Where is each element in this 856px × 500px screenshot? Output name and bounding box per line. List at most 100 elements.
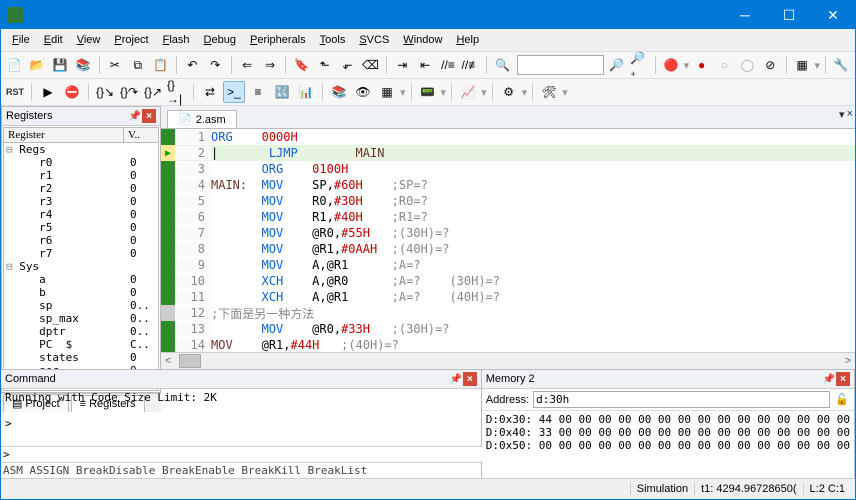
- redo-button[interactable]: ↷: [205, 54, 226, 76]
- reg-sp[interactable]: sp0..: [4, 299, 158, 312]
- outdent-button[interactable]: ⇤: [415, 54, 436, 76]
- menu-file[interactable]: File: [5, 32, 37, 48]
- code-line[interactable]: 7 MOV @R0,#55H ;(30H)=?: [161, 225, 855, 241]
- close-pane-button[interactable]: ×: [836, 372, 850, 386]
- run-to-cursor-button[interactable]: {}→|: [166, 81, 188, 103]
- find-button[interactable]: 🔎: [606, 54, 627, 76]
- watch-button[interactable]: 👁: [352, 81, 374, 103]
- lock-icon[interactable]: 🔓: [834, 392, 850, 408]
- pin-icon[interactable]: 📌: [822, 372, 836, 386]
- reg-r5[interactable]: r50: [4, 221, 158, 234]
- menu-view[interactable]: View: [70, 32, 108, 48]
- menu-edit[interactable]: Edit: [37, 32, 70, 48]
- bp-disable-button[interactable]: ○: [714, 54, 735, 76]
- breakpoint-button[interactable]: ●: [691, 54, 712, 76]
- memory-row[interactable]: D:0x50: 00 00 00 00 00 00 00 00 00 00 00…: [486, 439, 850, 452]
- memory-button[interactable]: ▦: [376, 81, 398, 103]
- reg-r6[interactable]: r60: [4, 234, 158, 247]
- paste-button[interactable]: 📋: [150, 54, 171, 76]
- code-line[interactable]: 1ORG 0000H: [161, 129, 855, 145]
- step-out-button[interactable]: {}↗: [142, 81, 164, 103]
- indent-button[interactable]: ⇥: [392, 54, 413, 76]
- bookmark-clear-button[interactable]: ⌫: [360, 54, 381, 76]
- code-line[interactable]: 10 XCH A,@R0 ;A=? (30H)=?: [161, 273, 855, 289]
- step-over-button[interactable]: {}↷: [118, 81, 140, 103]
- copy-button[interactable]: ⧉: [127, 54, 148, 76]
- tab-close-button[interactable]: ×: [847, 108, 853, 121]
- menu-tools[interactable]: Tools: [313, 32, 353, 48]
- code-line[interactable]: 9 MOV A,@R1 ;A=?: [161, 257, 855, 273]
- editor-tab[interactable]: 📄 2.asm: [167, 110, 237, 128]
- menu-project[interactable]: Project: [107, 32, 155, 48]
- bookmark-next-button[interactable]: ⬐: [337, 54, 358, 76]
- memory-row[interactable]: D:0x40: 33 00 00 00 00 00 00 00 00 00 00…: [486, 426, 850, 439]
- show-disasm-button[interactable]: ⇄: [199, 81, 221, 103]
- code-editor[interactable]: 1ORG 0000H▶2| LJMP MAIN3 ORG 0100H4MAIN:…: [161, 129, 855, 352]
- col-register[interactable]: Register: [4, 128, 124, 142]
- analyzer-button[interactable]: 📈: [457, 81, 479, 103]
- code-line[interactable]: 6 MOV R1,#40H ;R1=?: [161, 209, 855, 225]
- toolbox-button[interactable]: 🛠: [538, 81, 560, 103]
- cmd-window-button[interactable]: >_: [223, 81, 245, 103]
- maximize-button[interactable]: ☐: [767, 1, 811, 29]
- find-combo[interactable]: [517, 55, 604, 75]
- menu-window[interactable]: Window: [396, 32, 449, 48]
- code-line[interactable]: 12;下面是另一种方法: [161, 305, 855, 321]
- bookmark-prev-button[interactable]: ⬑: [314, 54, 335, 76]
- nav-fwd-button[interactable]: ⇒: [260, 54, 281, 76]
- code-line[interactable]: 8 MOV @R1,#0AAH ;(40H)=?: [161, 241, 855, 257]
- reg-r3[interactable]: r30: [4, 195, 158, 208]
- trace-button[interactable]: ⚙: [498, 81, 520, 103]
- memory-row[interactable]: D:0x30: 44 00 00 00 00 00 00 00 00 00 00…: [486, 413, 850, 426]
- open-button[interactable]: 📂: [27, 54, 48, 76]
- code-line[interactable]: 3 ORG 0100H: [161, 161, 855, 177]
- command-input[interactable]: [1, 447, 485, 462]
- bp-list-button[interactable]: ⊘: [760, 54, 781, 76]
- config-button[interactable]: 🔧: [831, 54, 852, 76]
- reg-PC[interactable]: PC $C..: [4, 338, 158, 351]
- code-line[interactable]: 14MOV @R1,#44H ;(40H)=?: [161, 337, 855, 352]
- uncomment-button[interactable]: //≢: [460, 54, 481, 76]
- scroll-thumb[interactable]: [179, 354, 201, 368]
- close-pane-button[interactable]: ×: [142, 109, 156, 123]
- undo-button[interactable]: ↶: [182, 54, 203, 76]
- reg-group-sys[interactable]: ⊟ Sys: [4, 260, 158, 273]
- cut-button[interactable]: ✂: [104, 54, 125, 76]
- close-button[interactable]: ✕: [811, 1, 855, 29]
- address-input[interactable]: [533, 391, 830, 408]
- code-line[interactable]: 4MAIN: MOV SP,#60H ;SP=?: [161, 177, 855, 193]
- debug-button[interactable]: 🔴: [661, 54, 682, 76]
- bookmark-button[interactable]: 🔖: [291, 54, 312, 76]
- minimize-button[interactable]: ─: [723, 1, 767, 29]
- save-button[interactable]: 💾: [50, 54, 71, 76]
- reg-r7[interactable]: r70: [4, 247, 158, 260]
- find-files-button[interactable]: 🔍: [492, 54, 513, 76]
- bp-kill-button[interactable]: ◯: [737, 54, 758, 76]
- menu-help[interactable]: Help: [449, 32, 486, 48]
- menu-debug[interactable]: Debug: [197, 32, 243, 48]
- reg-b[interactable]: b0: [4, 286, 158, 299]
- code-line[interactable]: 5 MOV R0,#30H ;R0=?: [161, 193, 855, 209]
- pin-icon[interactable]: 📌: [449, 372, 463, 386]
- menu-peripherals[interactable]: Peripherals: [243, 32, 313, 48]
- hscrollbar[interactable]: < >: [161, 352, 855, 369]
- nav-back-button[interactable]: ⇐: [237, 54, 258, 76]
- code-line[interactable]: 13 MOV @R0,#33H ;(30H)=?: [161, 321, 855, 337]
- code-line[interactable]: 11 XCH A,@R1 ;A=? (40H)=?: [161, 289, 855, 305]
- reg-r0[interactable]: r00: [4, 156, 158, 169]
- tab-dropdown-button[interactable]: ▾: [839, 108, 845, 121]
- save-all-button[interactable]: 📚: [73, 54, 94, 76]
- menu-svcs[interactable]: SVCS: [352, 32, 396, 48]
- call-stack-button[interactable]: 📚: [328, 81, 350, 103]
- disasm-window-button[interactable]: ≡: [247, 81, 269, 103]
- reg-r1[interactable]: r10: [4, 169, 158, 182]
- step-button[interactable]: {}↘: [94, 81, 116, 103]
- stop-button[interactable]: ⛔: [61, 81, 83, 103]
- reg-r2[interactable]: r20: [4, 182, 158, 195]
- run-button[interactable]: ▶: [37, 81, 59, 103]
- code-line[interactable]: ▶2| LJMP MAIN: [161, 145, 855, 161]
- reg-group-regs[interactable]: ⊟ Regs: [4, 143, 158, 156]
- reg-states[interactable]: states0: [4, 351, 158, 364]
- serial-button[interactable]: 📟: [417, 81, 439, 103]
- pin-icon[interactable]: 📌: [128, 109, 142, 123]
